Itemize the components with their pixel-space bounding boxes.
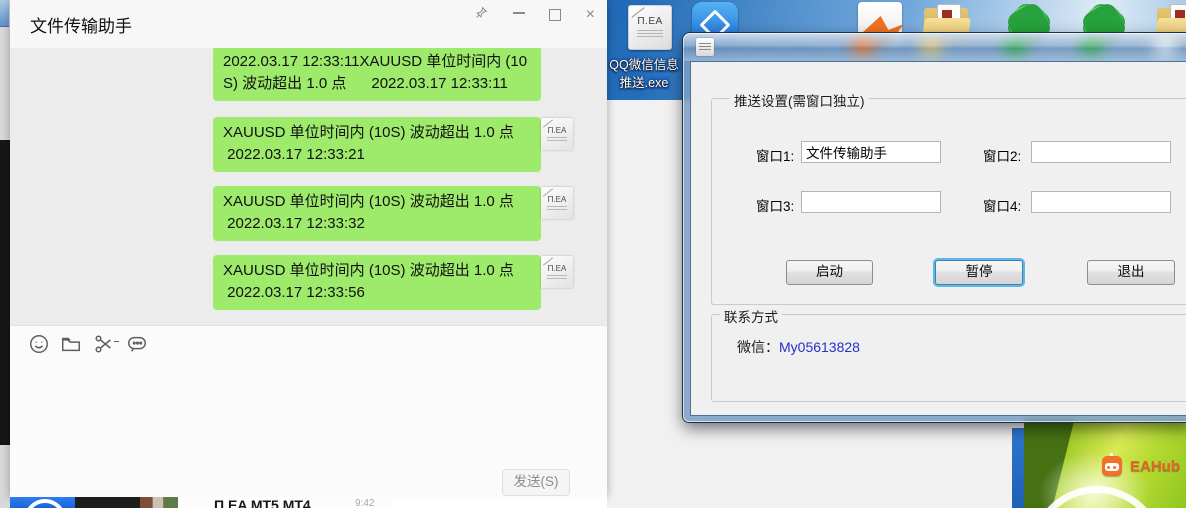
chat-list-item-title: Π.EA MT5 MT4 [214, 497, 311, 508]
group-title: 推送设置(需窗口独立) [730, 90, 869, 110]
avatar[interactable]: Π.EA [541, 256, 573, 288]
icon-label-line1: QQ微信信息 [607, 58, 681, 72]
chat-thumbnail[interactable] [140, 497, 178, 508]
window3-input[interactable] [801, 191, 941, 213]
robot-icon [1101, 453, 1122, 476]
eahub-brand-text: EAHub [1130, 457, 1180, 475]
left-window-edge [0, 0, 10, 508]
chat-history-icon[interactable] [126, 333, 148, 355]
wechat-window: 文件传输助手 × 2022.03.17 12:33:11XAUUSD 单位时间内… [10, 0, 607, 498]
avatar[interactable]: Π.EA [541, 118, 573, 150]
maximize-button[interactable] [549, 8, 562, 21]
window3-label: 窗口3: [756, 199, 795, 214]
start-button[interactable]: 启动 [786, 260, 873, 285]
wechat-contact-label: 微信： [737, 339, 779, 355]
desktop-icon-ea-exe[interactable]: Π.EA [628, 5, 672, 50]
push-settings-dialog: 推送设置(需窗口独立) 窗口1: 窗口2: 窗口3: 窗口4: 启动 暂停 退出… [683, 33, 1186, 422]
contact-info: 微信：My05613828 [737, 337, 860, 357]
window2-input[interactable] [1031, 141, 1171, 163]
desktop-gap [1012, 428, 1024, 508]
window-title: 文件传输助手 [30, 17, 132, 36]
chat-bubble: XAUUSD 单位时间内 (10S) 波动超出 1.0 点 2022.03.17… [213, 186, 547, 241]
window2-label: 窗口2: [983, 149, 1022, 164]
contact-group: 联系方式 微信：My05613828 [711, 306, 1186, 402]
chat-message-area: 2022.03.17 12:33:11XAUUSD 单位时间内 (10 S) 波动… [10, 48, 607, 325]
chat-bubble: XAUUSD 单位时间内 (10S) 波动超出 1.0 点 2022.03.17… [213, 255, 547, 310]
logo-circle-icon [24, 499, 66, 508]
send-button[interactable]: 发送(S) [502, 469, 570, 496]
group-title: 联系方式 [720, 306, 782, 326]
pause-button[interactable]: 暂停 [935, 260, 1023, 285]
chat-list-item-time: 9:42 [355, 498, 375, 508]
message-input-area[interactable]: 发送(S) [10, 325, 607, 498]
avatar[interactable]: Π.EA [541, 187, 573, 219]
ea-icon-smallprint [637, 30, 663, 38]
dialog-app-icon [696, 38, 714, 56]
window-bottom-edge [392, 497, 607, 508]
desktop-icon-label[interactable]: QQ微信信息 推送.exe [596, 56, 692, 92]
window1-label: 窗口1: [756, 149, 795, 164]
chat-list-item[interactable]: Π.EA MT5 MT4 9:42 [178, 497, 392, 508]
dialog-titlebar[interactable] [683, 33, 1186, 61]
taskbar-dark-tile[interactable] [75, 497, 140, 508]
window4-label: 窗口4: [983, 199, 1022, 214]
file-icon[interactable] [60, 333, 82, 355]
screenshot-scissors-icon[interactable] [93, 333, 119, 355]
eahub-image-window: EAHub [1024, 418, 1186, 508]
taskbar-blue-tile[interactable] [10, 497, 75, 508]
chat-bubble: XAUUSD 单位时间内 (10S) 波动超出 1.0 点 2022.03.17… [213, 117, 547, 172]
minimize-button[interactable] [512, 12, 525, 14]
pin-icon[interactable] [475, 6, 488, 24]
eahub-logo: EAHub [1101, 453, 1180, 480]
close-button[interactable]: × [586, 7, 595, 23]
window-controls: × [455, 6, 595, 24]
window1-input[interactable] [801, 141, 941, 163]
exit-button[interactable]: 退出 [1087, 260, 1175, 285]
desktop: Π.EA QQ微信信息 推送.exe ✓ ✓ 文件传输助手 × 2022.03.… [0, 0, 1186, 508]
wechat-contact-value: My05613828 [779, 339, 860, 355]
chat-bubble: 2022.03.17 12:33:11XAUUSD 单位时间内 (10 S) 波动… [213, 48, 541, 101]
ea-icon-text: Π.EA [637, 16, 663, 27]
icon-label-line2: 推送.exe [617, 76, 671, 90]
dialog-body: 推送设置(需窗口独立) 窗口1: 窗口2: 窗口3: 窗口4: 启动 暂停 退出… [690, 61, 1186, 416]
window4-input[interactable] [1031, 191, 1171, 213]
emoji-icon[interactable] [28, 333, 50, 355]
